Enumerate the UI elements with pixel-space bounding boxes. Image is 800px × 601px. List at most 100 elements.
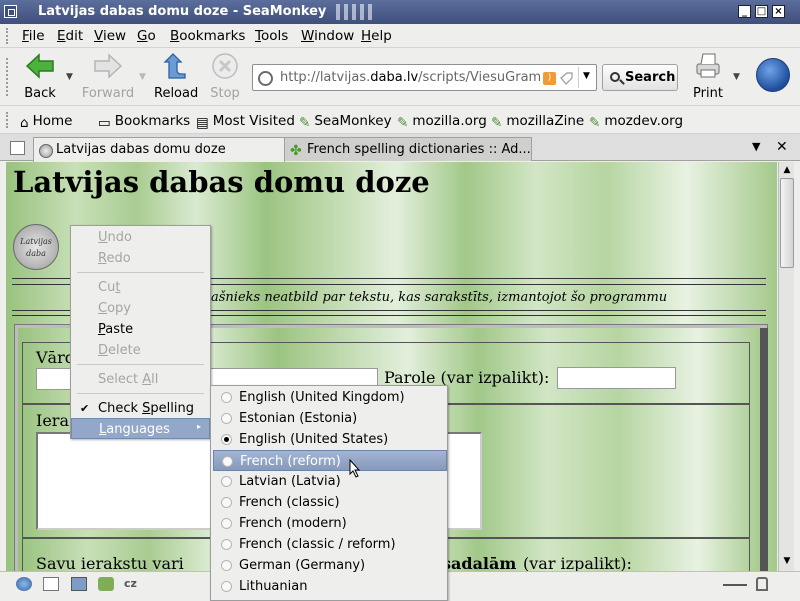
menu-go[interactable]: Go <box>137 28 156 44</box>
title-bar[interactable]: Latvijas dabas domu doze - SeaMonkey _ □… <box>0 0 800 24</box>
tab-list-dropdown[interactable]: ▼ <box>752 140 760 153</box>
maximize-button[interactable]: □ <box>755 5 768 18</box>
menu-item-paste[interactable]: Paste <box>71 319 210 340</box>
security-lock-icon <box>756 577 768 591</box>
url-history-dropdown[interactable]: ▼ <box>583 71 590 81</box>
vertical-scrollbar[interactable]: ▲ ▼ <box>778 162 794 571</box>
radio-icon <box>221 497 232 508</box>
bookmark-home[interactable]: ⌂ Home <box>20 113 72 131</box>
radio-icon <box>221 518 232 529</box>
disclaimer-text: ašnieks neatbild par tekstu, kas sarakst… <box>211 290 668 305</box>
menu-item-delete[interactable]: Delete <box>71 340 210 361</box>
tab-french-spelling[interactable]: ✤ French spelling dictionaries :: Ad... <box>284 137 532 161</box>
globe-icon <box>258 71 273 86</box>
language-english-uk[interactable]: English (United Kingdom) <box>213 387 447 408</box>
scroll-up-button[interactable]: ▲ <box>780 163 794 177</box>
radio-icon <box>221 392 232 403</box>
mouse-cursor-icon <box>349 459 361 478</box>
menu-window[interactable]: Window <box>301 28 354 44</box>
language-french-classic-reform[interactable]: French (classic / reform) <box>213 534 447 555</box>
form-shadow <box>760 328 768 571</box>
bookmark-most-visited[interactable]: ▤ Most Visited <box>196 113 295 131</box>
bookmark-seamonkey[interactable]: ✎ SeaMonkey <box>299 113 392 131</box>
print-label: Print <box>693 86 723 101</box>
navigator-icon[interactable] <box>16 577 32 591</box>
menu-file[interactable]: File <box>22 28 45 44</box>
menu-item-undo[interactable]: Undo <box>71 227 210 248</box>
stop-label: Stop <box>210 86 240 101</box>
menu-item-copy[interactable]: Copy <box>71 298 210 319</box>
forward-dropdown[interactable]: ▼ <box>139 72 146 82</box>
toolbar-grip[interactable] <box>6 58 10 96</box>
scroll-down-button[interactable]: ▼ <box>780 554 794 568</box>
online-status-icon[interactable] <box>723 584 747 586</box>
url-text[interactable]: http://latvijas.daba.lv/scripts/ViesuGra… <box>280 70 542 85</box>
minimize-button[interactable]: _ <box>738 5 751 18</box>
menu-item-redo[interactable]: Redo <box>71 248 210 269</box>
url-bar[interactable]: http://latvijas.daba.lv/scripts/ViesuGra… <box>252 64 597 91</box>
new-tab-button[interactable] <box>10 141 25 155</box>
forward-button[interactable]: Forward <box>80 52 136 101</box>
addon-icon: ✤ <box>290 143 302 159</box>
composer-icon[interactable] <box>71 577 87 591</box>
context-menu: Undo Redo Cut Copy Paste Delete Select A… <box>70 225 211 439</box>
toolbar-grip[interactable] <box>6 112 10 128</box>
reload-button[interactable]: Reload <box>154 52 198 101</box>
stop-icon <box>212 53 238 79</box>
radio-icon <box>221 413 232 424</box>
menu-item-languages[interactable]: Languages ▸ <box>71 418 210 439</box>
search-label: Search <box>625 70 676 85</box>
page-heading: Latvijas dabas domu doze <box>13 165 430 199</box>
print-button[interactable]: Print <box>690 52 726 101</box>
bookmark-bookmarks[interactable]: ▭ Bookmarks <box>98 113 190 131</box>
menu-tools[interactable]: Tools <box>255 28 288 44</box>
menu-item-select-all[interactable]: Select All <box>71 369 210 390</box>
back-dropdown[interactable]: ▼ <box>66 72 73 82</box>
toolbar-grip[interactable] <box>6 28 10 44</box>
language-french-reform[interactable]: French (reform) <box>213 450 447 471</box>
window-title: Latvijas dabas domu doze - SeaMonkey <box>38 4 327 19</box>
folder-icon: ▤ <box>196 115 209 131</box>
addressbook-icon[interactable] <box>98 577 114 591</box>
menu-bookmarks[interactable]: Bookmarks <box>170 28 245 44</box>
stop-button[interactable]: Stop <box>206 52 244 101</box>
close-window-button[interactable]: × <box>772 5 785 18</box>
chatzilla-icon[interactable]: cz <box>124 577 140 591</box>
rss-icon[interactable]: ) <box>543 72 556 85</box>
language-french-modern[interactable]: French (modern) <box>213 513 447 534</box>
close-tab-button[interactable]: ✕ <box>776 139 788 155</box>
menu-item-check-spelling[interactable]: ✔ Check Spelling <box>71 398 210 419</box>
tab-title: Latvijas dabas domu doze <box>56 142 226 157</box>
tab-latvijas-dabas[interactable]: Latvijas dabas domu doze <box>33 137 285 162</box>
mail-icon[interactable] <box>43 577 59 591</box>
seamonkey-logo-icon[interactable] <box>756 58 790 92</box>
tab-favicon-icon <box>39 144 53 158</box>
bookmark-mozilla-org[interactable]: ✎ mozilla.org <box>397 113 487 131</box>
language-latvian[interactable]: Latvian (Latvia) <box>213 471 447 492</box>
language-lithuanian[interactable]: Lithuanian <box>213 576 447 597</box>
menu-help[interactable]: Help <box>361 28 392 44</box>
menu-view[interactable]: View <box>94 28 126 44</box>
scrollbar-thumb[interactable] <box>780 178 794 268</box>
menu-edit[interactable]: Edit <box>57 28 83 44</box>
language-estonian[interactable]: Estonian (Estonia) <box>213 408 447 429</box>
titlebar-decoration <box>336 4 372 20</box>
radio-icon <box>221 581 232 592</box>
bookmarks-toolbar: ⌂ Home ▭ Bookmarks ▤ Most Visited ✎ SeaMonke… <box>0 107 800 134</box>
print-dropdown[interactable]: ▼ <box>733 72 740 82</box>
back-button[interactable]: Back <box>22 52 58 101</box>
site-logo: Latvijas daba <box>13 224 59 270</box>
menu-separator <box>77 393 204 394</box>
password-input[interactable] <box>557 367 676 389</box>
bookmark-mozdev-org[interactable]: ✎ mozdev.org <box>589 113 683 131</box>
menu-item-cut[interactable]: Cut <box>71 277 210 298</box>
language-english-us[interactable]: English (United States) <box>213 429 447 450</box>
radio-icon <box>221 560 232 571</box>
window-menu-icon[interactable] <box>4 5 17 18</box>
radio-selected-icon <box>221 434 232 445</box>
language-german[interactable]: German (Germany) <box>213 555 447 576</box>
tab-title: French spelling dictionaries :: Ad... <box>307 142 531 157</box>
search-button[interactable]: Search <box>602 64 678 91</box>
language-french-classic[interactable]: French (classic) <box>213 492 447 513</box>
bookmark-mozillazine[interactable]: ✎ mozillaZine <box>491 113 584 131</box>
